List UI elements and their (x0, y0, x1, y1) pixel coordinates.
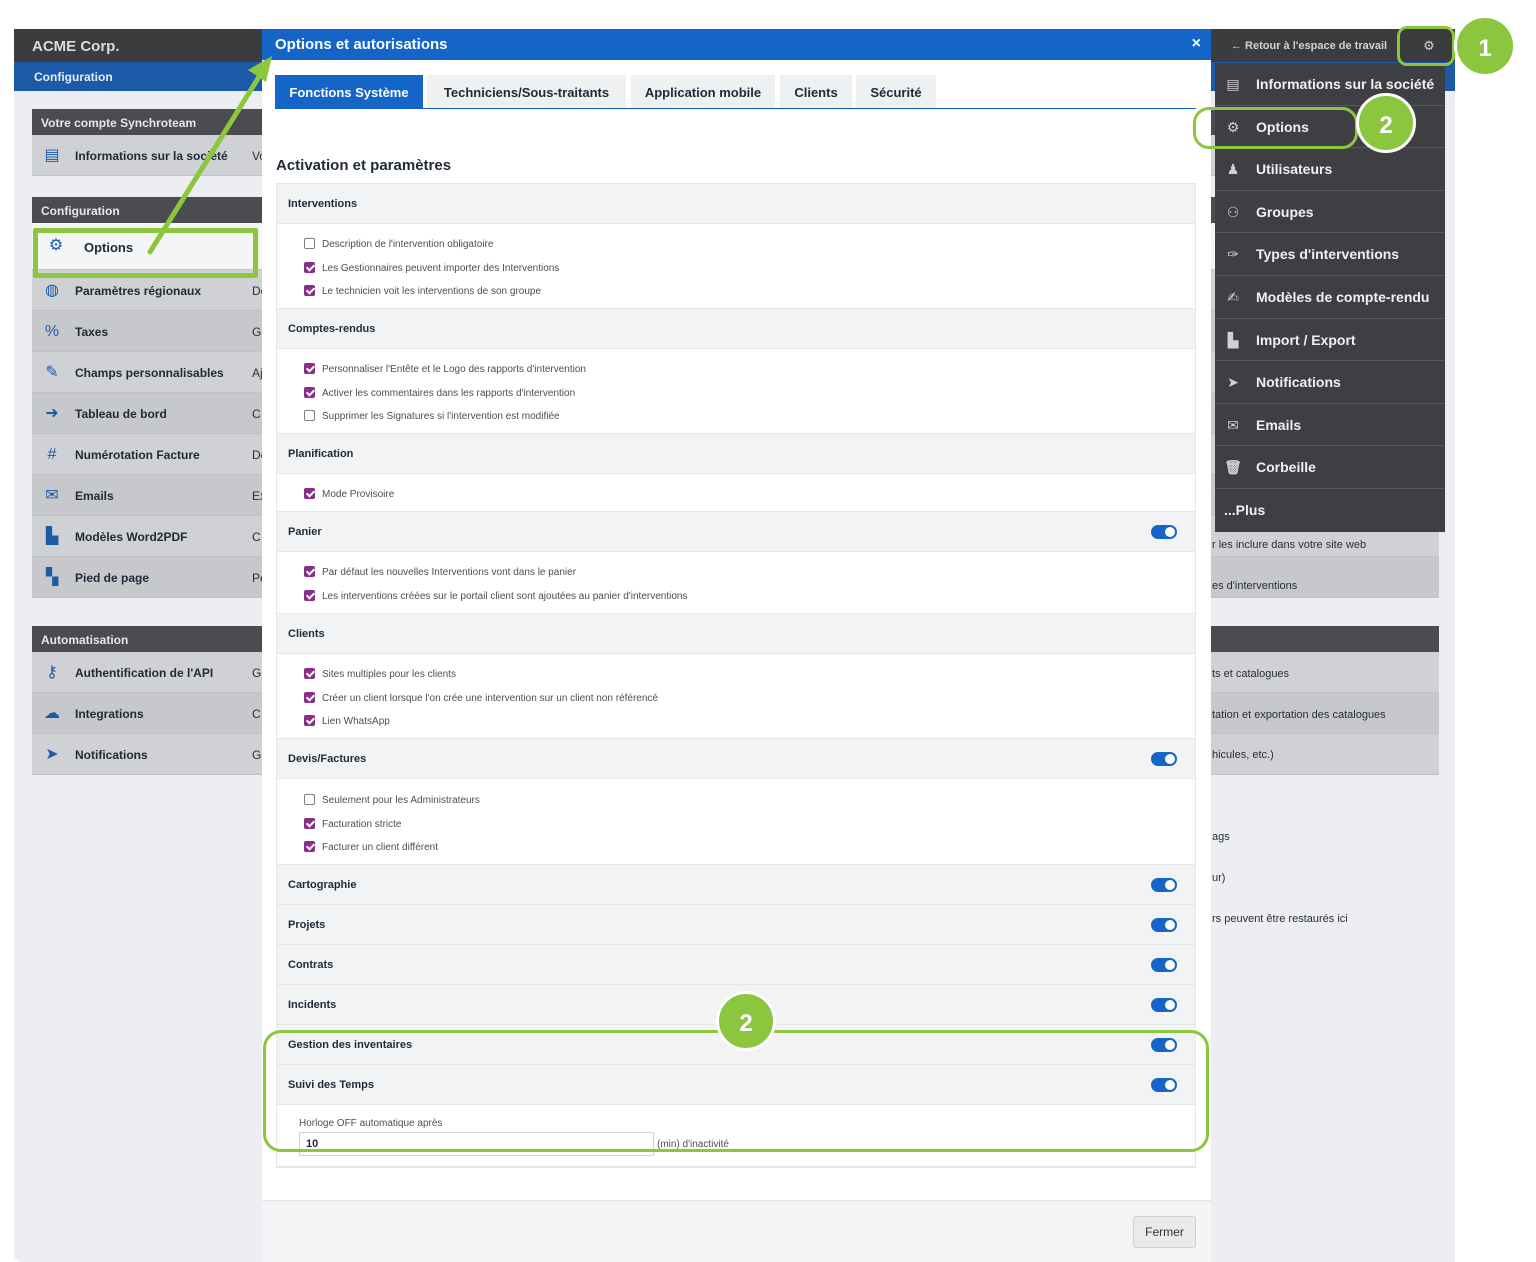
gear-highlight (1397, 26, 1455, 66)
step-badge-1: 1 (1454, 15, 1516, 77)
screenshot-stage: { "app": { "company": "ACME Corp.", "sec… (0, 0, 1536, 1262)
options-menu-highlight (1193, 107, 1358, 149)
step-badge-2-menu: 2 (1356, 93, 1416, 153)
step-badge-2-setting: 2 (716, 991, 776, 1051)
options-sidebar-highlight (33, 228, 258, 278)
arrow-shaft (147, 69, 265, 255)
